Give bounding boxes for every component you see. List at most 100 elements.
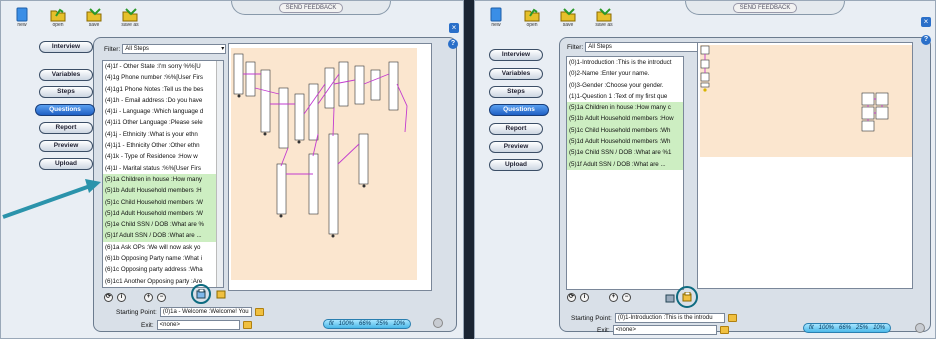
nav-interview[interactable]: Interview (489, 49, 543, 61)
zoom-25[interactable]: 25% (856, 325, 868, 331)
folder-icon[interactable] (254, 308, 264, 316)
zoom-in-icon[interactable]: + (609, 293, 618, 302)
list-item[interactable]: (4)1g1 Phone Notes :Tell us the bes (103, 84, 223, 95)
send-feedback-button[interactable]: SEND FEEDBACK (278, 3, 344, 13)
starting-point-input[interactable]: (0)1a - Welcome :Welcome! You (159, 307, 252, 317)
flowchart-canvas[interactable] (697, 42, 913, 289)
send-feedback-tab[interactable]: SEND FEEDBACK (231, 1, 391, 15)
list-item[interactable]: (5)1d Adult Household members :W (103, 207, 223, 220)
exit-field: Exit: <none> (597, 325, 729, 335)
send-feedback-button[interactable]: SEND FEEDBACK (732, 3, 798, 13)
zoom-10[interactable]: 10% (873, 325, 885, 331)
list-item[interactable]: (5)1f Adult SSN / DOB :What are ... (567, 158, 683, 170)
list-item[interactable]: (5)1d Adult Household members :Wh (567, 136, 683, 148)
add-question-icon[interactable] (665, 293, 675, 303)
list-item[interactable]: (4)1j1 - Ethnicity Other :Other ethn (103, 140, 223, 151)
filter-select[interactable]: All Steps (585, 42, 704, 52)
list-item[interactable]: (5)1a Children in house :How many c (567, 102, 683, 114)
starting-point-label: Starting Point: (571, 314, 612, 322)
list-item[interactable]: (5)1e Child SSN / DOB :What are %1 (567, 147, 683, 159)
filter-select[interactable]: All Steps (122, 44, 227, 54)
open-button[interactable]: open (519, 7, 545, 33)
zoom-100[interactable]: 100% (819, 325, 834, 331)
list-item[interactable]: (5)1a Children in house :How many (103, 173, 223, 186)
filter: Filter: All Steps (567, 42, 704, 52)
list-item[interactable]: (0)1-Introduction :This is the introduct (567, 57, 683, 68)
zoom-in-icon[interactable]: + (144, 293, 153, 302)
list-item[interactable]: (6)1c Opposing party address :Wha (103, 264, 223, 275)
save-as-button[interactable]: save as (591, 7, 617, 33)
exit-input[interactable]: <none> (612, 325, 717, 335)
flowchart-canvas[interactable] (228, 43, 432, 291)
new-file-icon (488, 7, 504, 22)
zoom-fit[interactable]: fit (329, 321, 334, 327)
zoom-25[interactable]: 25% (376, 321, 388, 327)
new-node-icon[interactable] (682, 291, 692, 302)
list-item[interactable]: (5)1b Adult Household members :H (103, 185, 223, 197)
exit-input[interactable]: <none> (156, 320, 240, 330)
add-question-icon[interactable] (196, 288, 206, 299)
list-item[interactable]: (6)1b Opposing Party name :What i (103, 253, 223, 264)
list-item[interactable]: (5)1e Child SSN / DOB :What are % (103, 219, 223, 231)
zoom-bar: fit 100% 66% 25% 10% (803, 323, 892, 333)
list-item[interactable]: (4)1k - Type of Residence :How w (103, 151, 223, 162)
list-item[interactable]: (0)3-Gender :Choose your gender. (567, 80, 683, 91)
flow-end-marker (703, 88, 707, 92)
info-icon[interactable]: i (580, 293, 589, 302)
flowchart-graph (231, 48, 417, 280)
save-icon (560, 7, 576, 22)
zoom-66[interactable]: 66% (839, 325, 851, 331)
list-item[interactable]: (5)1c Child Household members :Wh (567, 124, 683, 137)
list-item[interactable]: (4)1h - Email address :Do you have (103, 95, 223, 106)
zoom-fit[interactable]: fit (809, 325, 814, 331)
open-folder-icon (524, 7, 540, 22)
close-icon[interactable]: × (449, 23, 459, 33)
list-item[interactable]: (4)1l - Marital status :%%[User Firs (103, 163, 223, 174)
left-screenshot: new open save save as SEND FEEDBACK × ? … (0, 0, 464, 339)
folder-icon[interactable] (242, 321, 252, 329)
divider (464, 0, 474, 339)
folder-icon[interactable] (727, 314, 737, 322)
list-item[interactable]: (5)1f Adult SSN / DOB :What are ... (103, 230, 223, 242)
help-icon[interactable]: ? (921, 35, 931, 45)
list-item[interactable]: (5)1b Adult Household members :How (567, 113, 683, 125)
starting-point-input[interactable]: (0)1-Introduction :This is the introdu (614, 313, 725, 323)
list-item[interactable]: (6)1a Ask OPs :We will now ask yo (103, 242, 223, 253)
list-item[interactable]: (4)1i1 Other Language :Please sele (103, 117, 223, 128)
starting-point-field: Starting Point: (0)1a - Welcome :Welcome… (116, 307, 264, 317)
list-item[interactable]: (0)2-Name :Enter your name. (567, 68, 683, 79)
folder-icon[interactable] (719, 326, 729, 334)
list-scrollbar[interactable] (216, 61, 223, 287)
zoom-10[interactable]: 10% (393, 321, 405, 327)
list-item[interactable]: (1)1-Question 1 :Text of my first que (567, 91, 683, 102)
save-as-label: save as (121, 22, 139, 28)
list-item[interactable]: (5)1c Child Household members :W (103, 196, 223, 208)
refresh-icon[interactable]: ⟳ (567, 293, 576, 302)
nav-upload[interactable]: Upload (489, 159, 543, 171)
list-item[interactable]: (4)1g Phone number :%%[User Firs (103, 72, 223, 83)
zoom-100[interactable]: 100% (339, 321, 354, 327)
nav-questions[interactable]: Questions (489, 104, 549, 116)
list-item[interactable]: (4)1j - Ethnicity :What is your ethn (103, 129, 223, 140)
question-list[interactable]: (0)1-Introduction :This is the introduct… (566, 56, 684, 290)
close-icon[interactable]: × (921, 17, 931, 27)
send-feedback-tab[interactable]: SEND FEEDBACK (685, 1, 845, 15)
nav-steps[interactable]: Steps (489, 86, 543, 98)
zoom-out-icon[interactable]: − (157, 293, 166, 302)
print-icon[interactable] (433, 318, 443, 328)
new-node-icon[interactable] (216, 289, 226, 299)
list-item[interactable]: (4)1f - Other State :I'm sorry %%[U (103, 61, 223, 72)
toolbar: new open save save as (475, 1, 617, 33)
nav-report[interactable]: Report (489, 123, 543, 135)
zoom-66[interactable]: 66% (359, 321, 371, 327)
zoom-out-icon[interactable]: − (622, 293, 631, 302)
save-label: save (562, 22, 574, 28)
save-button[interactable]: save (555, 7, 581, 33)
save-as-label: save as (595, 22, 613, 28)
help-icon[interactable]: ? (448, 39, 458, 49)
print-icon[interactable] (915, 323, 925, 333)
nav-variables[interactable]: Variables (489, 68, 543, 80)
new-button[interactable]: new (483, 7, 509, 33)
nav-preview[interactable]: Preview (489, 141, 543, 153)
list-item[interactable]: (4)1i - Language :Which language d (103, 106, 223, 117)
